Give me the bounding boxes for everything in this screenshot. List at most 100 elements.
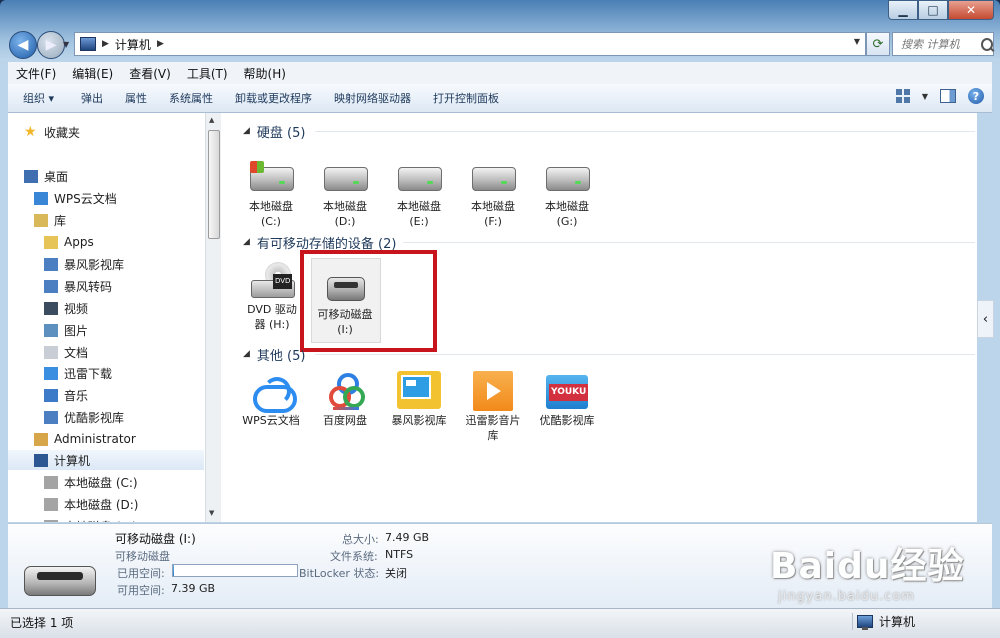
back-button[interactable]: ◀ [9,31,37,59]
drive-tile[interactable]: 本地磁盘 (D:) [309,157,381,229]
organize-button[interactable]: 组织 ▾ [12,90,65,106]
drive-letter: (C:) [261,215,281,228]
sidebar-item[interactable]: Administrator [8,429,204,449]
scrollbar-thumb[interactable] [208,130,220,239]
drive-tile-dvd[interactable]: DVD DVD 驱动 器 (H:) [236,260,308,332]
command-bar: 组织 ▾ 弹出 属性 系统属性 卸载或更改程序 映射网络驱动器 打开控制面板 ▼… [8,84,992,113]
sidebar-item-label: 本地磁盘 (C:) [64,475,138,490]
sidebar-item[interactable]: 桌面 [8,166,204,186]
address-bar[interactable]: ▶ 计算机 ▶ ▼ [74,32,866,56]
uninstall-button[interactable]: 卸载或更改程序 [224,90,323,106]
caption-buttons: ▁ □ ✕ [888,0,994,20]
hard-disk-icon [469,157,517,197]
item-baofeng-library[interactable]: 暴风影视库 [383,371,455,428]
item-youku-library[interactable]: YOUKU 优酷影视库 [531,371,603,428]
drive-name: 本地磁盘 [323,200,367,213]
sidebar-item-label: 计算机 [54,453,91,468]
item-baidu-netdisk[interactable]: 百度网盘 [309,371,381,428]
collapse-triangle-icon[interactable]: ◢ [243,126,250,136]
sidebar-item-label: 文档 [64,345,89,360]
pane-collapse-button[interactable]: ‹ [977,300,994,338]
drive-tile[interactable]: 本地磁盘 (F:) [457,157,529,229]
group-header-hard-disks[interactable]: ◢ 硬盘 (5) [243,122,975,141]
close-button[interactable]: ✕ [948,0,994,20]
search-box[interactable] [892,32,994,56]
sidebar-item[interactable]: WPS云文档 [8,188,204,208]
sidebar-item-label: Apps [64,235,94,249]
sidebar-item[interactable]: 本地磁盘 (C:) [8,472,204,492]
sidebar-item[interactable]: 本地磁盘 (E:) [8,516,204,522]
sidebar-item[interactable]: Apps [8,232,204,252]
sidebar-item-label: 本地磁盘 (D:) [64,497,139,512]
menu-help[interactable]: 帮助(H) [236,65,294,82]
search-input[interactable] [899,36,979,52]
menu-tools[interactable]: 工具(T) [179,65,236,82]
preview-pane-icon[interactable] [940,89,956,103]
map-network-drive-button[interactable]: 映射网络驱动器 [323,90,422,106]
group-title: 其他 (5) [256,348,306,364]
sidebar-item[interactable]: 暴风转码 [8,276,204,296]
menu-file[interactable]: 文件(F) [8,65,64,82]
menu-edit[interactable]: 编辑(E) [64,65,121,82]
status-location: 计算机 [852,613,915,630]
scroll-down-icon[interactable]: ▼ [209,509,214,517]
watermark-main: Baidu经验 [770,546,965,587]
drive-letter: (E:) [409,215,429,228]
sidebar-item[interactable]: 计算机 [8,450,204,470]
drive-tile[interactable]: 本地磁盘 (C:) [235,157,307,229]
help-icon[interactable]: ? [968,88,984,104]
scroll-up-icon[interactable]: ▲ [209,116,214,124]
toolbar-right: ▼ ? [895,88,984,104]
sidebar-item[interactable]: 库 [8,210,204,230]
sidebar-item[interactable]: 文档 [8,342,204,362]
breadcrumb-separator[interactable]: ▶ [157,39,164,49]
sidebar-item[interactable]: 优酷影视库 [8,407,204,427]
minimize-button[interactable]: ▁ [888,0,918,20]
sidebar-item[interactable]: 视频 [8,298,204,318]
recent-pages-dropdown[interactable]: ▼ [63,40,69,49]
sidebar-item-label: 图片 [64,323,89,338]
drive-letter: (D:) [334,215,356,228]
sidebar-scrollbar[interactable]: ▲ ▼ [205,113,221,522]
forward-button[interactable]: ▶ [37,31,65,59]
sidebar-item[interactable]: 图片 [8,320,204,340]
breadcrumb-separator[interactable]: ▶ [102,39,109,49]
refresh-button[interactable]: ⟳ [866,32,890,56]
view-dropdown-icon[interactable]: ▼ [922,92,928,101]
sidebar-item[interactable]: 暴风影视库 [8,254,204,274]
maximize-button[interactable]: □ [918,0,948,20]
address-dropdown-icon[interactable]: ▼ [854,37,860,46]
drive-tile[interactable]: 本地磁盘 (E:) [383,157,455,229]
collapse-triangle-icon[interactable]: ◢ [243,237,250,247]
hard-disk-icon [247,157,295,197]
system-properties-button[interactable]: 系统属性 [158,90,224,106]
group-header-removable[interactable]: ◢ 有可移动存储的设备 (2) [243,233,975,252]
collapse-triangle-icon[interactable]: ◢ [243,349,250,359]
group-header-other[interactable]: ◢ 其他 (5) [243,345,975,364]
menu-view[interactable]: 查看(V) [121,65,179,82]
drive-tile[interactable]: 本地磁盘 (G:) [531,157,603,229]
status-bar: 已选择 1 项 计算机 [0,608,1000,638]
dvd-drive-icon: DVD [248,260,296,300]
open-control-panel-button[interactable]: 打开控制面板 [422,90,510,106]
computer-icon [34,453,48,467]
drive-name: DVD 驱动 [247,303,297,316]
item-wps-cloud[interactable]: WPS云文档 [235,371,307,428]
details-type: 可移动磁盘 [115,550,170,563]
navigation-pane: ★ 收藏夹桌面 WPS云文档库 Apps 暴风影视库 暴风转码视频图片文档迅雷下载 音乐 优酷… [8,113,205,522]
properties-button[interactable]: 属性 [114,90,158,106]
bitlocker-label: BitLocker 状态: [299,567,380,580]
sidebar-item[interactable]: 音乐 [8,385,204,405]
search-icon[interactable] [981,37,993,51]
change-view-icon[interactable] [895,89,910,103]
computer-icon [80,37,96,51]
windows-flag-icon [250,161,264,173]
eject-button[interactable]: 弹出 [70,90,114,106]
sidebar-item[interactable]: 本地磁盘 (D:) [8,494,204,514]
breadcrumb-computer[interactable]: 计算机 [115,36,151,53]
sidebar-item[interactable]: ★ 收藏夹 [8,122,204,142]
sidebar-item[interactable]: 迅雷下载 [8,363,204,383]
sidebar-item-label: 本地磁盘 (E:) [64,518,137,523]
sidebar-item-label: 视频 [64,301,89,316]
item-xunlei-library[interactable]: 迅雷影音片 库 [457,371,529,443]
